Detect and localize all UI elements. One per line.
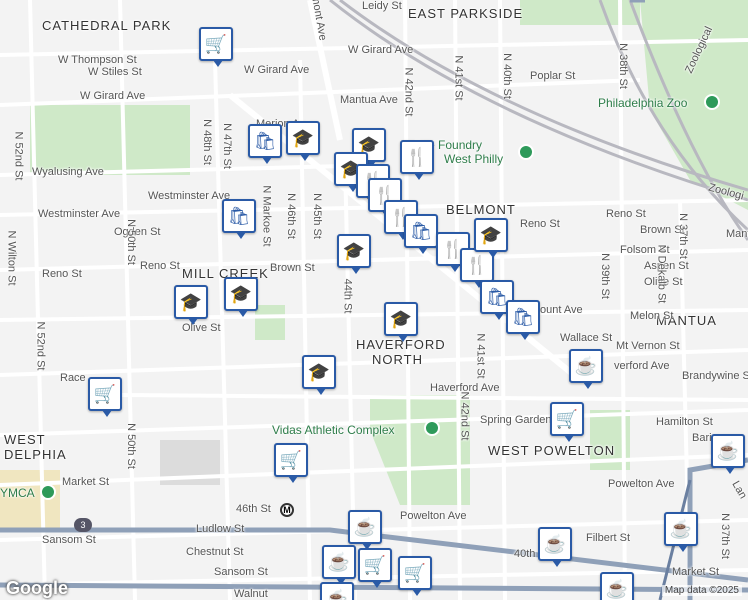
pin-school-icon[interactable]: 🎓 [474,218,508,258]
pin-shopping-bag-icon[interactable]: 🛍 [222,199,256,239]
route-shield-icon: 3 [74,518,92,532]
pin-shopping-cart-icon[interactable]: 🛒 [550,402,584,442]
pin-cafe-icon[interactable]: ☕ [569,349,603,389]
pin-shopping-cart-icon[interactable]: 🛒 [398,556,432,596]
vidas-marker-icon[interactable] [424,420,440,436]
pin-school-icon[interactable]: 🎓 [337,234,371,274]
pin-school-icon[interactable]: 🎓 [302,355,336,395]
map-attribution[interactable]: Map data ©2025 [661,585,742,596]
pin-shopping-bag-icon[interactable]: 🛍 [404,214,438,254]
metro-station-icon[interactable]: M [280,503,294,517]
pin-cafe-icon[interactable]: ☕ [664,512,698,552]
pin-school-icon[interactable]: 🎓 [224,277,258,317]
pin-school-icon[interactable]: 🎓 [286,121,320,161]
pin-school-icon[interactable]: 🎓 [174,285,208,325]
map-canvas[interactable]: CATHEDRAL PARK EAST PARKSIDE BELMONT MIL… [0,0,748,600]
pin-cafe-icon[interactable]: ☕ [600,572,634,600]
pin-shopping-cart-icon[interactable]: 🛒 [199,27,233,67]
ymca-marker-icon[interactable] [40,484,56,500]
pin-shopping-cart-icon[interactable]: 🛒 [358,548,392,588]
pin-cafe-icon[interactable]: ☕ [348,510,382,550]
zoo-marker-icon[interactable] [704,94,720,110]
pin-shopping-bag-icon[interactable]: 🛍 [506,300,540,340]
pin-shopping-cart-icon[interactable]: 🛒 [274,443,308,483]
pin-cafe-icon[interactable]: ☕ [322,545,356,585]
foundry-marker-icon[interactable] [518,144,534,160]
pin-shopping-cart-icon[interactable]: 🛒 [88,377,122,417]
pin-school-icon[interactable]: 🎓 [384,302,418,342]
pin-restaurant-icon[interactable]: 🍴 [400,140,434,180]
pin-cafe-icon[interactable]: ☕ [538,527,572,567]
pin-cafe-icon[interactable]: ☕ [711,434,745,474]
google-logo: Google [6,578,68,598]
pin-cafe-icon[interactable]: ☕ [320,582,354,600]
pin-shopping-bag-icon[interactable]: 🛍 [248,124,282,164]
